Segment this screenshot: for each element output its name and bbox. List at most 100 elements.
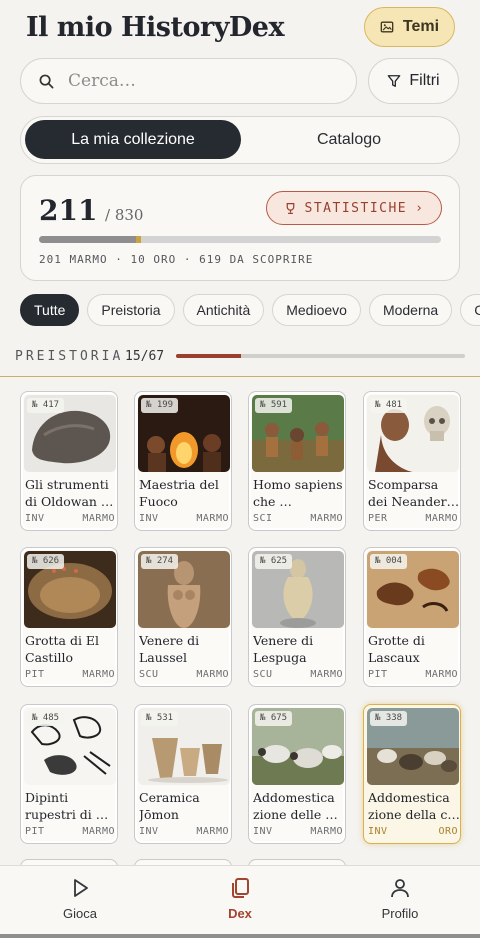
- card-title: Dipinti rupestri di …: [25, 790, 109, 822]
- section-divider: [0, 376, 480, 377]
- card-tier: MARMO: [196, 826, 229, 837]
- era-chip[interactable]: Preistoria: [87, 294, 175, 326]
- search-input[interactable]: [68, 71, 318, 91]
- card-category: INV: [139, 513, 159, 524]
- card-title: Grotte di Lascaux: [368, 633, 425, 665]
- nav-profile[interactable]: Profilo: [340, 876, 460, 921]
- section-progress-bar: [176, 354, 465, 358]
- card-title: Grotta di El Castillo: [25, 633, 100, 665]
- history-card[interactable]: № 626 Grotta di El Castillo PIT MARMO: [20, 547, 118, 687]
- themes-button[interactable]: Temi: [364, 7, 455, 47]
- nav-dex[interactable]: Dex: [180, 876, 300, 921]
- card-tier: MARMO: [82, 513, 115, 524]
- card-number: № 338: [370, 711, 408, 726]
- card-category: INV: [25, 513, 45, 524]
- tab-collection[interactable]: La mia collezione: [25, 120, 241, 159]
- stats-summary: 201 MARMO · 10 ORO · 619 DA SCOPRIRE: [39, 253, 314, 266]
- card-title: Addomestica zione della c…: [368, 790, 460, 822]
- filters-label: Filtri: [409, 72, 440, 89]
- era-chip[interactable]: Antichità: [182, 294, 265, 326]
- card-tier: MARMO: [82, 826, 115, 837]
- history-card[interactable]: № 338 Addomestica zione della c… INV ORO: [363, 704, 461, 844]
- card-number: № 626: [27, 554, 65, 569]
- image-icon: [380, 21, 394, 33]
- card-tier: MARMO: [196, 669, 229, 680]
- card-title: Venere di Laussel: [139, 633, 200, 665]
- card-tier: MARMO: [196, 513, 229, 524]
- card-category: SCI: [253, 513, 273, 524]
- card-category: INV: [368, 826, 388, 837]
- card-title: Gli strumenti di Oldowan …: [25, 477, 114, 509]
- card-category: PIT: [25, 826, 45, 837]
- card-number: № 485: [27, 711, 65, 726]
- nav-play[interactable]: Gioca: [20, 876, 140, 921]
- card-number: № 675: [255, 711, 293, 726]
- history-card[interactable]: № 625 Venere di Lespuga SCU MARMO: [248, 547, 346, 687]
- page-title: Il mio HistoryDex: [26, 12, 285, 43]
- card-tier: MARMO: [82, 669, 115, 680]
- card-category: PER: [368, 513, 388, 524]
- era-chip[interactable]: Tutte: [20, 294, 80, 326]
- card-title: Homo sapiens che …: [253, 477, 343, 509]
- history-card[interactable]: № 591 Homo sapiens che … SCI MARMO: [248, 391, 346, 531]
- card-tier: MARMO: [425, 513, 458, 524]
- card-number: № 417: [27, 398, 65, 413]
- history-card[interactable]: № 004 Grotte di Lascaux PIT MARMO: [363, 547, 461, 687]
- total-count: / 830: [105, 206, 144, 224]
- search-icon: [39, 74, 54, 88]
- app-screen: Il mio HistoryDex Temi Filtri La mia col…: [0, 0, 480, 938]
- card-title: Addomestica zione delle …: [253, 790, 338, 822]
- card-category: SCU: [139, 669, 159, 680]
- collection-stats-card: 211 / 830 STATISTICHE › 201 MARMO · 10 O…: [20, 175, 460, 281]
- card-number: № 531: [141, 711, 179, 726]
- section-progress-fill: [176, 354, 241, 358]
- tab-catalog[interactable]: Catalogo: [243, 120, 455, 159]
- statistics-button[interactable]: STATISTICHE ›: [266, 191, 442, 225]
- nav-play-label: Gioca: [63, 906, 97, 921]
- card-category: PIT: [25, 669, 45, 680]
- filter-icon: [388, 75, 401, 87]
- card-number: № 004: [370, 554, 408, 569]
- nav-dex-label: Dex: [228, 906, 252, 921]
- card-number: № 274: [141, 554, 179, 569]
- home-indicator: [0, 934, 480, 938]
- section-count: 15/67: [125, 349, 165, 364]
- card-title: Scomparsa dei Neander…: [368, 477, 460, 509]
- themes-label: Temi: [402, 18, 440, 35]
- card-number: № 625: [255, 554, 293, 569]
- card-title: Ceramica Jōmon: [139, 790, 200, 822]
- search-field[interactable]: [20, 58, 357, 104]
- history-card[interactable]: № 417 Gli strumenti di Oldowan … INV MARMO: [20, 391, 118, 531]
- card-category: SCU: [253, 669, 273, 680]
- trophy-icon: [286, 202, 294, 214]
- card-number: № 591: [255, 398, 293, 413]
- user-icon: [391, 879, 409, 898]
- card-tier: MARMO: [310, 513, 343, 524]
- era-chip[interactable]: Moderna: [368, 294, 453, 326]
- card-tier: MARMO: [425, 669, 458, 680]
- history-card[interactable]: № 485 Dipinti rupestri di … PIT MARMO: [20, 704, 118, 844]
- cards-icon: [232, 878, 249, 898]
- history-card[interactable]: № 675 Addomestica zione delle … INV MARMO: [248, 704, 346, 844]
- nav-profile-label: Profilo: [381, 906, 419, 921]
- filters-button[interactable]: Filtri: [368, 58, 459, 104]
- view-switcher: La mia collezione Catalogo: [20, 116, 460, 164]
- era-chip[interactable]: Medioevo: [272, 294, 361, 326]
- history-card[interactable]: № 274 Venere di Laussel SCU MARMO: [134, 547, 232, 687]
- card-title: Maestria del Fuoco: [139, 477, 219, 509]
- card-tier: MARMO: [310, 826, 343, 837]
- card-category: INV: [253, 826, 273, 837]
- card-number: № 199: [141, 398, 179, 413]
- section-label: PREISTORIA: [15, 349, 124, 364]
- era-chip[interactable]: Co: [460, 294, 480, 326]
- card-number: № 481: [370, 398, 408, 413]
- chevron-right-icon: ›: [415, 200, 425, 216]
- card-tier: MARMO: [310, 669, 343, 680]
- history-card[interactable]: № 199 Maestria del Fuoco INV MARMO: [134, 391, 232, 531]
- card-category: INV: [139, 826, 159, 837]
- era-filter-chips: Tutte Preistoria Antichità Medioevo Moderna C…: [20, 294, 480, 326]
- history-card[interactable]: № 531 Ceramica Jōmon INV MARMO: [134, 704, 232, 844]
- collected-count: 211: [39, 194, 98, 227]
- history-card[interactable]: № 481 Scomparsa dei Neander… PER MARMO: [363, 391, 461, 531]
- progress-oro: [136, 236, 142, 243]
